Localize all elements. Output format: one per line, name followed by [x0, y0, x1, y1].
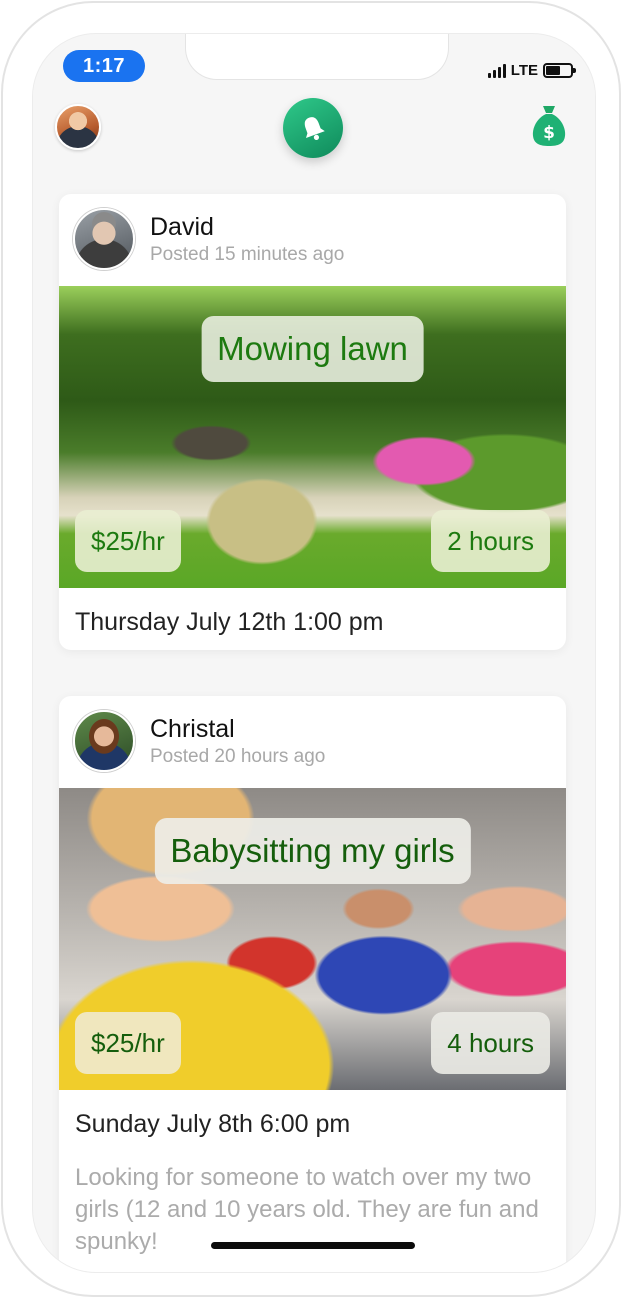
job-card-header: David Posted 15 minutes ago [59, 194, 566, 286]
duration-badge: 2 hours [431, 510, 550, 572]
device-notch [185, 34, 449, 80]
rate-badge: $25/hr [75, 1012, 181, 1074]
duration-badge: 4 hours [431, 1012, 550, 1074]
job-photo[interactable]: Babysitting my girls $25/hr 4 hours [59, 788, 566, 1090]
author-avatar[interactable] [73, 710, 135, 772]
network-type: LTE [510, 62, 538, 79]
job-date: Sunday July 8th 6:00 pm [75, 1110, 351, 1138]
job-title: Babysitting my girls [154, 818, 471, 884]
status-time: 1:17 [63, 50, 145, 82]
author-name: David [150, 213, 214, 241]
wallet-button[interactable]: $ [531, 104, 567, 148]
top-navigation-bar: $ [33, 90, 595, 172]
profile-avatar-button[interactable] [55, 104, 101, 150]
status-indicators: LTE [487, 62, 576, 79]
battery-icon [543, 63, 576, 78]
job-date: Thursday July 12th 1:00 pm [75, 608, 384, 636]
signal-icon [487, 63, 506, 78]
posted-time: Posted 20 hours ago [150, 746, 326, 767]
author-avatar[interactable] [73, 208, 135, 270]
author-name: Christal [150, 715, 235, 743]
posted-time: Posted 15 minutes ago [150, 244, 345, 265]
job-card[interactable]: Christal Posted 20 hours ago Babysitting… [59, 696, 566, 1272]
device-frame: 1:17 LTE $ David Posted 15 minutes ago M… [1, 1, 621, 1297]
job-card-header: Christal Posted 20 hours ago [59, 696, 566, 788]
app-screen: 1:17 LTE $ David Posted 15 minutes ago M… [32, 33, 596, 1273]
job-title: Mowing lawn [201, 316, 424, 382]
svg-text:$: $ [543, 123, 555, 143]
job-photo[interactable]: Mowing lawn $25/hr 2 hours [59, 286, 566, 588]
bell-icon [304, 117, 325, 140]
rate-badge: $25/hr [75, 510, 181, 572]
jobs-feed[interactable]: David Posted 15 minutes ago Mowing lawn … [33, 172, 595, 1272]
money-bag-icon: $ [532, 106, 566, 146]
job-card[interactable]: David Posted 15 minutes ago Mowing lawn … [59, 194, 566, 650]
home-indicator[interactable] [211, 1242, 415, 1249]
notifications-button[interactable] [283, 98, 343, 158]
